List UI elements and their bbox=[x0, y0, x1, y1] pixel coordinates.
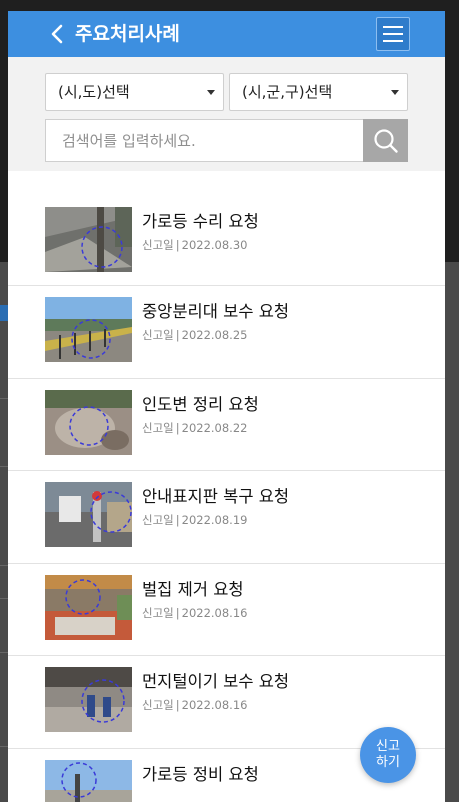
sido-select[interactable]: (시,도)선택 bbox=[45, 73, 224, 111]
backdrop-divider bbox=[0, 466, 8, 467]
list-item[interactable]: 중앙분리대 보수 요청 신고일 | 2022.08.25 bbox=[8, 286, 445, 379]
date-value: 2022.08.16 bbox=[181, 698, 248, 712]
case-date: 신고일 | 2022.08.22 bbox=[142, 420, 247, 436]
list-item[interactable]: 벌집 제거 요청 신고일 | 2022.08.16 bbox=[8, 564, 445, 656]
report-button[interactable]: 신고하기 bbox=[360, 727, 416, 783]
meta-separator: | bbox=[175, 513, 180, 527]
hamburger-menu-icon bbox=[383, 33, 403, 35]
meta-separator: | bbox=[175, 698, 180, 712]
case-thumbnail bbox=[45, 482, 132, 547]
list-item[interactable]: 안내표지판 복구 요청 신고일 | 2022.08.19 bbox=[8, 471, 445, 564]
case-thumbnail bbox=[45, 207, 132, 272]
backdrop-divider bbox=[0, 565, 8, 566]
report-button-label: 신고하기 bbox=[376, 739, 400, 770]
case-title: 인도변 정리 요청 bbox=[142, 394, 259, 414]
case-title: 안내표지판 복구 요청 bbox=[142, 487, 290, 506]
case-date: 신고일 | 2022.08.30 bbox=[142, 237, 247, 253]
search-button[interactable] bbox=[363, 119, 408, 162]
backdrop-divider bbox=[0, 746, 8, 747]
date-label: 신고일 bbox=[142, 420, 174, 435]
filter-area: (시,도)선택 (시,군,구)선택 bbox=[8, 57, 445, 171]
sigungu-select[interactable]: (시,군,구)선택 bbox=[229, 73, 408, 111]
case-thumbnail bbox=[45, 574, 132, 640]
case-title: 가로등 수리 요청 bbox=[142, 212, 259, 231]
backdrop-divider bbox=[0, 398, 8, 399]
backdrop-divider bbox=[0, 652, 8, 653]
case-date: 신고일 | 2022.08.19 bbox=[142, 512, 247, 528]
case-title: 먼지털이기 보수 요청 bbox=[142, 672, 290, 691]
back-button[interactable] bbox=[46, 22, 68, 46]
list-item[interactable]: 인도변 정리 요청 신고일 | 2022.08.22 bbox=[8, 379, 445, 471]
chevron-left-icon bbox=[51, 24, 63, 44]
sido-select-value: (시,도)선택 bbox=[58, 83, 130, 101]
meta-separator: | bbox=[175, 328, 180, 342]
search-icon bbox=[373, 128, 398, 153]
case-thumbnail bbox=[45, 667, 132, 732]
date-value: 2022.08.25 bbox=[181, 328, 248, 342]
date-label: 신고일 bbox=[142, 328, 174, 342]
date-value: 2022.08.30 bbox=[181, 238, 248, 252]
date-label: 신고일 bbox=[142, 513, 174, 527]
cases-panel: 주요처리사례 (시,도)선택 (시,군,구)선택 검색어를 입력하세요. 가로등… bbox=[8, 11, 445, 802]
case-thumbnail bbox=[45, 759, 132, 802]
list-item[interactable]: 가로등 수리 요청 신고일 | 2022.08.30 bbox=[8, 196, 445, 286]
hamburger-menu-icon bbox=[383, 40, 403, 42]
meta-separator: | bbox=[175, 238, 180, 252]
case-date: 신고일 | 2022.08.16 bbox=[142, 605, 247, 621]
meta-separator: | bbox=[175, 420, 180, 435]
page-title: 주요처리사례 bbox=[75, 23, 180, 45]
search-input[interactable] bbox=[45, 119, 363, 162]
backdrop-accent bbox=[0, 305, 8, 321]
date-label: 신고일 bbox=[142, 698, 174, 712]
case-list: 가로등 수리 요청 신고일 | 2022.08.30 중앙분리대 보수 요청 신… bbox=[8, 196, 445, 802]
meta-separator: | bbox=[175, 605, 180, 620]
date-label: 신고일 bbox=[142, 238, 174, 252]
caret-down-icon bbox=[207, 90, 215, 95]
date-label: 신고일 bbox=[142, 605, 174, 620]
date-value: 2022.08.22 bbox=[181, 420, 248, 435]
hamburger-menu-icon bbox=[383, 26, 403, 28]
menu-button[interactable] bbox=[376, 17, 410, 51]
case-thumbnail bbox=[45, 389, 132, 455]
date-value: 2022.08.19 bbox=[181, 513, 248, 527]
case-title: 가로등 정비 요청 bbox=[142, 764, 259, 784]
case-title: 중앙분리대 보수 요청 bbox=[142, 302, 290, 321]
header-bar: 주요처리사례 bbox=[8, 11, 445, 57]
sigungu-select-value: (시,군,구)선택 bbox=[242, 83, 333, 101]
date-value: 2022.08.16 bbox=[181, 605, 248, 620]
case-thumbnail bbox=[45, 297, 132, 362]
case-title: 벌집 제거 요청 bbox=[142, 579, 244, 599]
case-date: 신고일 | 2022.08.25 bbox=[142, 327, 247, 343]
backdrop-divider bbox=[0, 598, 8, 599]
case-date: 신고일 | 2022.08.16 bbox=[142, 697, 247, 713]
caret-down-icon bbox=[391, 90, 399, 95]
